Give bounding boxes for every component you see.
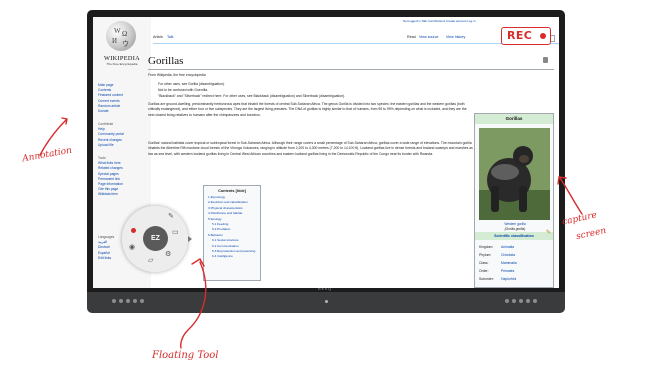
annotation-ink-strokes xyxy=(39,117,583,349)
floating-tool-label: Floating Tool xyxy=(152,350,219,361)
